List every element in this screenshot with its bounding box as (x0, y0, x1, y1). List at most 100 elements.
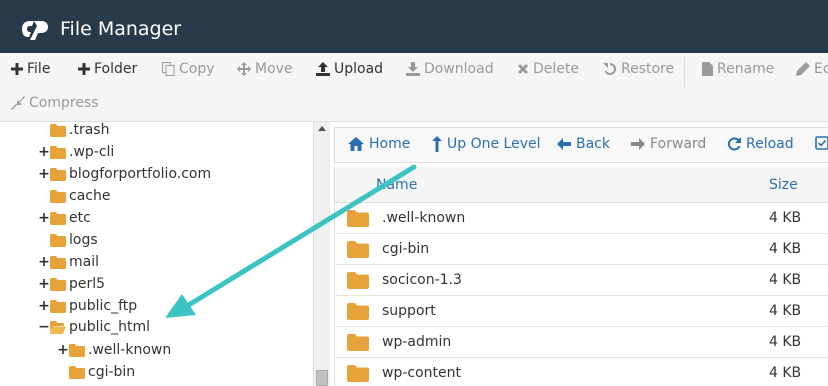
file-size: 4 KB (769, 365, 802, 381)
tree-item-logs[interactable]: logs (38, 229, 98, 251)
up-one-level-button[interactable]: Up One Level (432, 136, 541, 152)
folder-icon (347, 365, 369, 382)
compress-button[interactable]: Compress (11, 95, 99, 111)
folder-icon (50, 189, 66, 203)
table-row[interactable]: wp-content 4 KB (335, 358, 828, 386)
tree-item-label: .trash (69, 122, 110, 138)
tree-expander[interactable]: + (38, 298, 50, 314)
new-folder-button[interactable]: Folder (78, 61, 137, 77)
file-size: 4 KB (769, 241, 802, 257)
rename-icon (702, 62, 713, 76)
navigation-bar: Home Up One Level Back Forward Reload (334, 127, 828, 163)
file-size: 4 KB (769, 210, 802, 226)
back-button[interactable]: Back (557, 136, 610, 152)
tree-item-cgi-bin[interactable]: cgi-bin (57, 361, 135, 383)
plus-icon (11, 63, 23, 75)
tree-item-wp-cli[interactable]: + .wp-cli (38, 141, 114, 163)
folder-icon (50, 145, 66, 159)
delete-button[interactable]: Delete (517, 61, 579, 77)
tree-item-label: .well-known (88, 342, 172, 358)
tree-item-label: .wp-cli (69, 144, 115, 160)
reload-label: Reload (746, 136, 794, 152)
rename-label: Rename (717, 61, 775, 77)
app-title: File Manager (60, 18, 182, 40)
move-button[interactable]: Move (237, 61, 293, 77)
table-row[interactable]: support 4 KB (335, 296, 828, 327)
table-row[interactable]: .well-known 4 KB (335, 203, 828, 234)
plus-icon (78, 63, 90, 75)
folder-icon (347, 210, 369, 227)
cpanel-logo-icon (22, 21, 48, 40)
delete-label: Delete (533, 61, 579, 77)
table-row[interactable]: wp-admin 4 KB (335, 327, 828, 358)
tree-item-label: public_html (69, 319, 151, 335)
delete-icon (518, 64, 528, 74)
restore-label: Restore (621, 61, 675, 77)
copy-button[interactable]: Copy (162, 61, 215, 77)
tree-expander[interactable]: + (38, 210, 50, 226)
upload-label: Upload (334, 61, 384, 77)
restore-icon (603, 62, 617, 75)
tree-scrollbar[interactable] (313, 122, 330, 386)
compress-label: Compress (29, 95, 99, 111)
download-button[interactable]: Download (406, 61, 494, 77)
folder-icon (50, 233, 66, 247)
edit-icon (796, 62, 810, 76)
scroll-thumb[interactable] (316, 370, 328, 386)
table-row[interactable]: cgi-bin 4 KB (335, 234, 828, 265)
tree-expander[interactable]: + (38, 166, 50, 182)
reload-icon (727, 137, 741, 151)
restore-button[interactable]: Restore (603, 61, 674, 77)
tree-item-well-known[interactable]: + .well-known (57, 339, 171, 361)
folder-icon (50, 167, 66, 181)
tree-expander[interactable]: + (38, 254, 50, 270)
select-all-button[interactable] (815, 136, 828, 150)
copy-label: Copy (179, 61, 215, 77)
folder-icon (50, 255, 66, 269)
file-name: cgi-bin (382, 241, 430, 257)
folder-icon (50, 277, 66, 291)
forward-arrow-icon (631, 138, 645, 150)
back-label: Back (576, 136, 610, 152)
folder-icon (347, 272, 369, 289)
tree-expander[interactable]: + (38, 144, 50, 160)
app-header: File Manager (0, 0, 828, 53)
tree-item-public-ftp[interactable]: + public_ftp (38, 295, 137, 317)
tree-item-etc[interactable]: + etc (38, 207, 91, 229)
forward-button[interactable]: Forward (631, 136, 706, 152)
tree-expander[interactable]: + (57, 342, 69, 358)
tree-item-trash[interactable]: .trash (38, 122, 109, 141)
file-name: wp-content (382, 365, 461, 381)
checkbox-icon (815, 136, 828, 150)
reload-button[interactable]: Reload (727, 136, 794, 152)
back-arrow-icon (557, 138, 571, 150)
column-header-size[interactable]: Size (769, 177, 798, 193)
upload-button[interactable]: Upload (316, 61, 383, 77)
scroll-up-arrow-icon[interactable] (318, 126, 326, 131)
tree-item-label: blogforportfolio.com (69, 166, 212, 182)
folder-icon (50, 299, 66, 313)
column-header-name[interactable]: Name (376, 177, 417, 193)
tree-item-blogforportfolio[interactable]: + blogforportfolio.com (38, 163, 211, 185)
tree-expander[interactable]: + (38, 276, 50, 292)
tree-item-mail[interactable]: + mail (38, 251, 99, 273)
upload-icon (316, 62, 330, 76)
toolbar-divider (684, 57, 685, 87)
table-row[interactable]: socicon-1.3 4 KB (335, 265, 828, 296)
home-icon (348, 137, 364, 151)
open-folder-icon (50, 320, 66, 334)
home-button[interactable]: Home (348, 136, 410, 152)
file-size: 4 KB (769, 272, 802, 288)
edit-button[interactable]: Ec (796, 61, 828, 77)
tree-item-perl5[interactable]: + perl5 (38, 273, 105, 295)
tree-item-public-html[interactable]: − public_html (38, 316, 302, 338)
folder-icon (347, 334, 369, 351)
rename-button[interactable]: Rename (702, 61, 774, 77)
tree-item-label: mail (69, 254, 99, 270)
new-file-button[interactable]: File (11, 61, 50, 77)
tree-item-cache[interactable]: cache (38, 185, 110, 207)
tree-collapser[interactable]: − (38, 319, 50, 335)
file-name: socicon-1.3 (382, 272, 462, 288)
download-icon (406, 62, 420, 76)
tree-item-label: etc (69, 210, 91, 226)
